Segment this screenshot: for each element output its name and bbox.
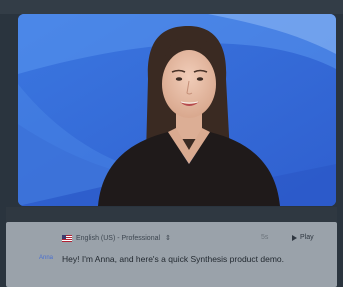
language-label: English (US) - Professional — [76, 234, 161, 242]
top-bar — [0, 0, 343, 14]
chevron-updown-icon: ⇕ — [165, 235, 171, 242]
play-button[interactable]: Play — [292, 234, 314, 241]
script-editor: English (US) - Professional ⇕ 5s Play An… — [6, 222, 337, 287]
play-label: Play — [300, 234, 314, 241]
language-select[interactable]: English (US) - Professional ⇕ — [62, 234, 171, 242]
speaker-label: Anna — [39, 255, 54, 261]
script-text[interactable]: Hey! I'm Anna, and here's a quick Synthe… — [62, 254, 284, 264]
app-frame: English (US) - Professional ⇕ 5s Play An… — [0, 0, 343, 287]
play-icon — [292, 234, 297, 241]
editor-toolbar: English (US) - Professional ⇕ 5s Play — [6, 231, 337, 247]
script-row[interactable]: Anna Hey! I'm Anna, and here's a quick S… — [6, 252, 337, 268]
us-flag-icon — [62, 234, 72, 242]
timeline-strip — [6, 207, 337, 222]
duration-label: 5s — [261, 234, 269, 241]
video-preview[interactable] — [18, 14, 336, 206]
avatar-scene — [18, 14, 336, 206]
